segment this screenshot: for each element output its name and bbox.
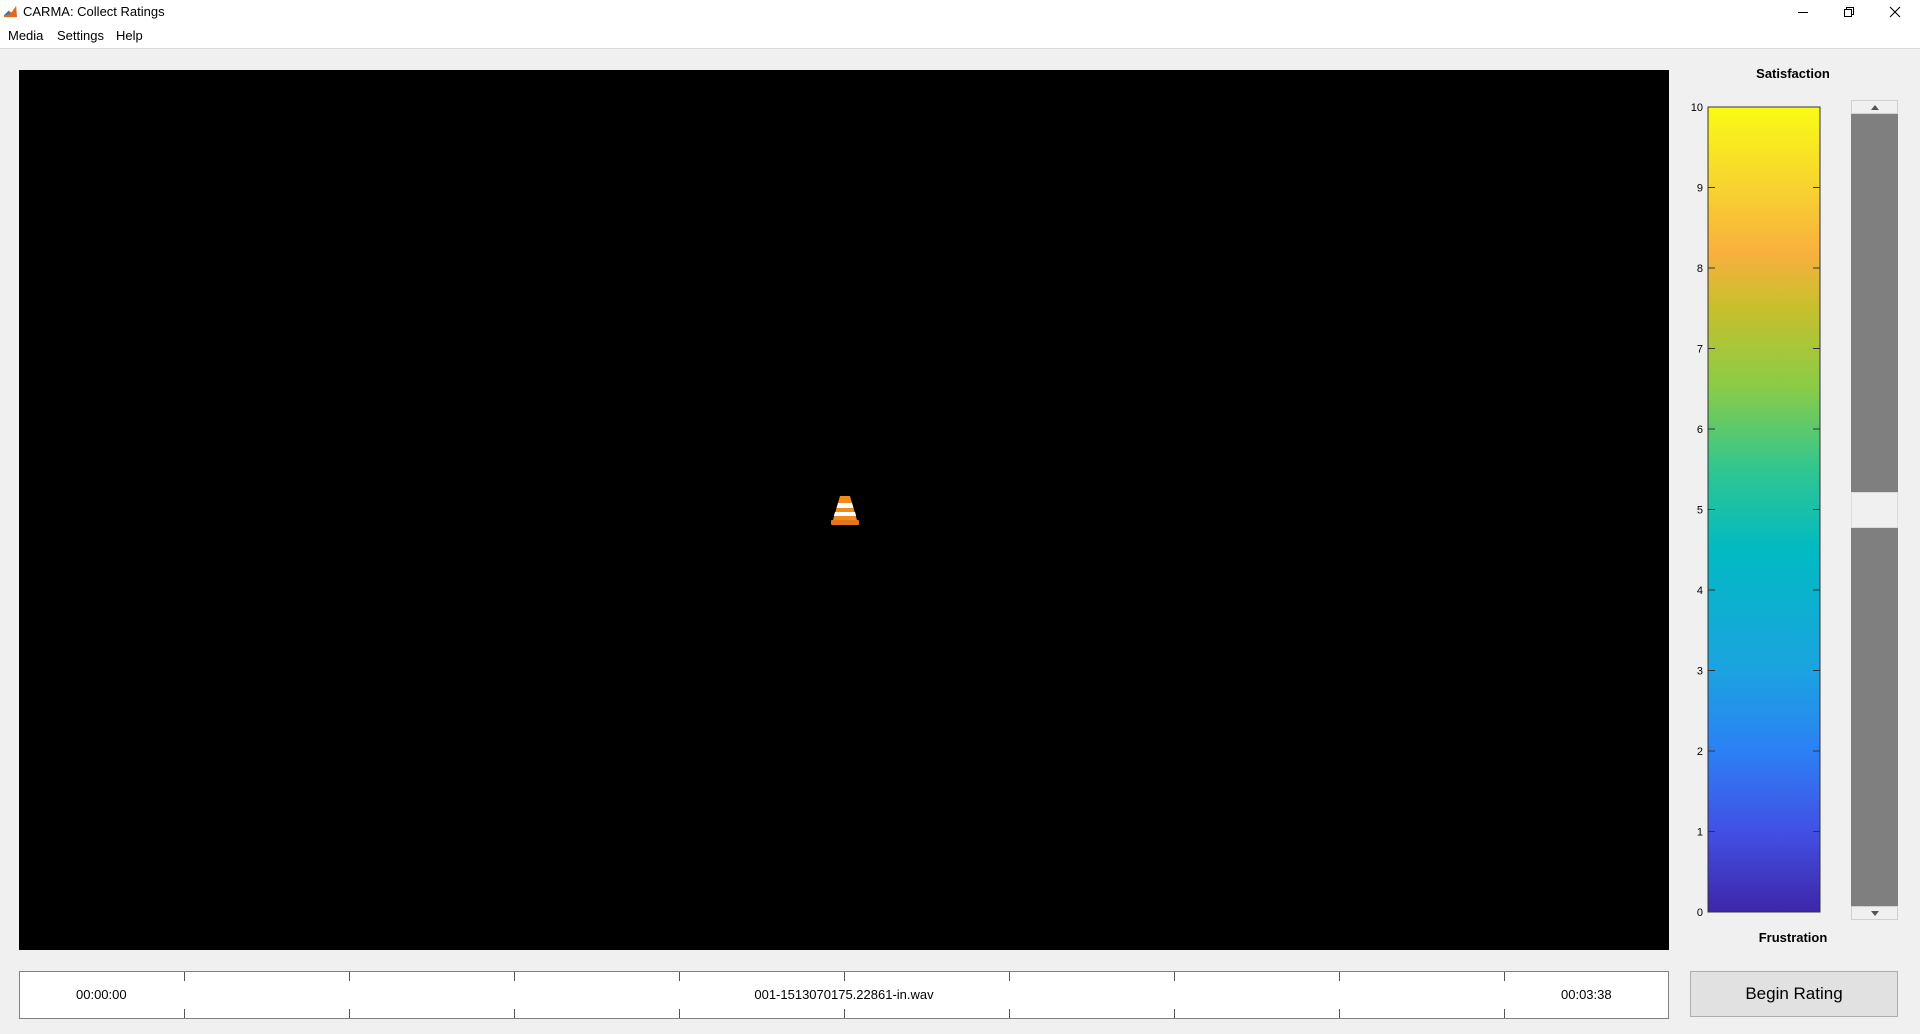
colorbar-gradient	[1707, 106, 1821, 913]
begin-rating-button[interactable]: Begin Rating	[1690, 971, 1898, 1017]
minimize-icon	[1798, 12, 1808, 13]
restore-icon	[1844, 7, 1854, 17]
timeline-tick	[1009, 1009, 1010, 1018]
rating-colorbar: 0 1 2 3 4 5 6 7 8 9 10	[1691, 102, 1821, 918]
close-button[interactable]	[1872, 0, 1918, 24]
colorbar-tick-label: 9	[1697, 183, 1703, 195]
timeline-tick	[844, 972, 845, 981]
colorbar-tick-label: 0	[1697, 907, 1703, 918]
timeline-tick	[1009, 972, 1010, 981]
rating-bottom-label: Frustration	[1758, 930, 1828, 945]
rating-top-label: Satisfaction	[1756, 66, 1830, 81]
close-icon	[1889, 6, 1901, 18]
menu-bar: Media Settings Help	[0, 24, 1920, 49]
colorbar-tick-label: 4	[1697, 585, 1703, 597]
colorbar-tick-label: 3	[1697, 666, 1703, 678]
menu-settings[interactable]: Settings	[57, 28, 104, 44]
timeline-tick	[1504, 1009, 1505, 1018]
colorbar-tick-label: 10	[1691, 102, 1703, 114]
timeline-filename: 001-1513070175.22861-in.wav	[754, 987, 934, 1002]
timeline-tick	[349, 972, 350, 981]
timeline-tick	[184, 972, 185, 981]
slider-thumb[interactable]	[1851, 492, 1898, 528]
colorbar-tick-label: 6	[1697, 424, 1703, 436]
timeline-tick	[514, 1009, 515, 1018]
timeline-tick	[679, 1009, 680, 1018]
title-bar: CARMA: Collect Ratings	[0, 0, 1920, 24]
timeline-tick	[1504, 972, 1505, 981]
timeline-tick	[1339, 1009, 1340, 1018]
window-title: CARMA: Collect Ratings	[23, 4, 165, 19]
timeline-tick	[844, 1009, 845, 1018]
timeline-tick	[679, 972, 680, 981]
arrow-down-icon	[1870, 910, 1879, 916]
colorbar-tick-label: 7	[1697, 344, 1703, 356]
restore-button[interactable]	[1826, 0, 1872, 24]
colorbar-tick-label: 1	[1697, 827, 1703, 839]
arrow-up-icon	[1870, 104, 1879, 110]
timeline-tick	[514, 972, 515, 981]
timeline-tick	[349, 1009, 350, 1018]
timeline-end-time: 00:03:38	[1561, 987, 1612, 1002]
slider-up-arrow[interactable]	[1851, 100, 1898, 114]
timeline-tick	[1339, 972, 1340, 981]
minimize-button[interactable]	[1780, 0, 1826, 24]
matlab-app-icon	[3, 4, 18, 19]
timeline-tick	[1174, 972, 1175, 981]
colorbar-tick-label: 5	[1697, 505, 1703, 517]
timeline-bar[interactable]: 00:00:00 001-1513070175.22861-in.wav 00:…	[19, 971, 1669, 1019]
rating-slider[interactable]	[1851, 100, 1898, 920]
colorbar-tick-label: 8	[1697, 263, 1703, 275]
vlc-cone-icon	[831, 496, 859, 525]
slider-down-arrow[interactable]	[1851, 906, 1898, 920]
timeline-tick	[184, 1009, 185, 1018]
colorbar-tick-label: 2	[1697, 746, 1703, 758]
menu-media[interactable]: Media	[8, 28, 43, 44]
menu-help[interactable]: Help	[116, 28, 143, 44]
timeline-start-time: 00:00:00	[76, 987, 127, 1002]
timeline-tick	[1174, 1009, 1175, 1018]
video-player[interactable]	[19, 70, 1669, 950]
